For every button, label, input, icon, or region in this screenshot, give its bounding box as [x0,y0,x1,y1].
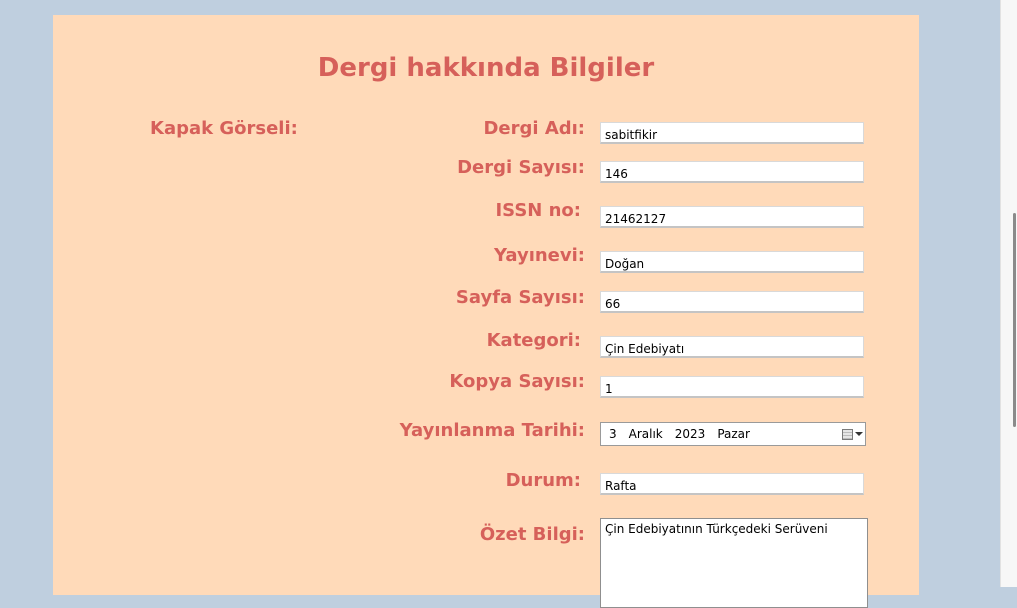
cover-image-label: Kapak Görseli: [150,118,298,139]
date-weekday[interactable]: Pazar [717,427,750,441]
calendar-icon [842,428,853,440]
magazine-info-panel: Dergi hakkında Bilgiler Kapak Görseli: D… [53,15,919,608]
category-field[interactable]: Çin Edebiyatı [600,336,864,358]
magazine-name-label: Dergi Adı: [483,118,585,139]
summary-label: Özet Bilgi: [479,524,585,545]
status-label: Durum: [505,470,581,491]
issn-label: ISSN no: [495,200,581,221]
date-day[interactable]: 3 [609,427,617,441]
calendar-dropdown-button[interactable] [835,426,863,442]
copy-count-field[interactable]: 1 [600,376,864,398]
publisher-field[interactable]: Doğan [600,251,864,273]
chevron-down-icon [855,432,863,436]
date-month[interactable]: Aralık [629,427,663,441]
issn-field[interactable]: 21462127 [600,206,864,228]
page-count-label: Sayfa Sayısı: [455,287,585,308]
publish-date-label: Yayınlanma Tarihi: [399,420,585,441]
category-label: Kategori: [486,330,581,351]
copy-count-label: Kopya Sayısı: [449,371,585,392]
publisher-label: Yayınevi: [493,245,585,266]
status-field[interactable]: Rafta [600,473,864,495]
issue-number-field[interactable]: 146 [600,161,864,183]
date-year[interactable]: 2023 [675,427,706,441]
scrollbar-thumb[interactable] [1013,213,1016,427]
page-count-field[interactable]: 66 [600,291,864,313]
magazine-name-field[interactable]: sabitfikir [600,122,864,144]
vertical-scrollbar[interactable] [1000,0,1017,587]
page-title: Dergi hakkında Bilgiler [317,53,655,83]
issue-number-label: Dergi Sayısı: [457,157,585,178]
summary-textarea[interactable]: Çin Edebiyatının Türkçedeki Serüveni [600,518,868,608]
publish-date-picker[interactable]: 3 Aralık 2023 Pazar [600,422,866,446]
